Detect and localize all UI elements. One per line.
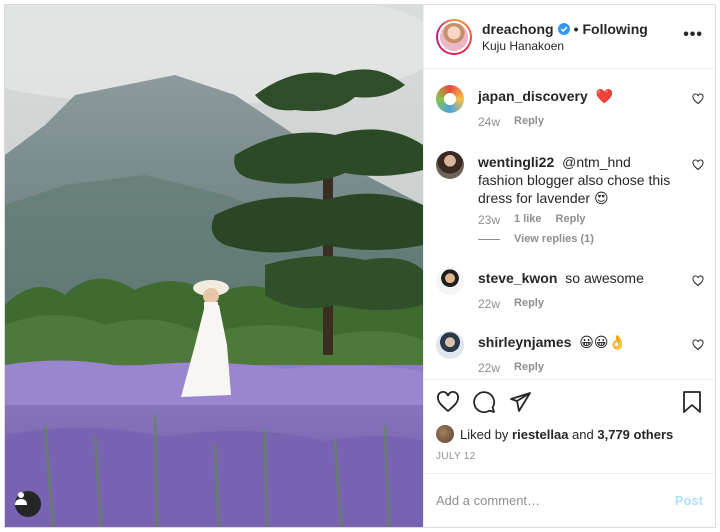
comment-meta: 22w Reply <box>478 361 544 375</box>
bookmark-icon[interactable] <box>681 390 703 414</box>
comment-time[interactable]: 22w <box>478 361 500 375</box>
view-replies-line <box>478 238 500 240</box>
commenter-avatar[interactable] <box>436 267 464 295</box>
commenter-avatar[interactable] <box>436 331 464 359</box>
comment-username[interactable]: steve_kwon <box>478 270 557 286</box>
comment-time[interactable]: 24w <box>478 115 500 129</box>
commenter-avatar[interactable] <box>436 151 464 179</box>
likes-others-count[interactable]: 3,779 others <box>597 427 673 442</box>
post-photo[interactable] <box>5 5 423 527</box>
user-tag-button[interactable] <box>15 491 41 517</box>
comment-text: 😀😀👌 <box>579 334 626 350</box>
share-icon[interactable] <box>508 390 532 414</box>
comment-username[interactable]: wentingli22 <box>478 154 554 170</box>
post-header: dreachong • Following Kuju Hanakoen ••• <box>424 5 715 69</box>
likes-summary: Liked by riestellaa and 3,779 others <box>424 423 715 445</box>
post-location[interactable]: Kuju Hanakoen <box>482 39 648 53</box>
comment-text: so awesome <box>565 270 644 286</box>
reply-button[interactable]: Reply <box>514 361 544 375</box>
reply-button[interactable]: Reply <box>514 297 544 311</box>
comment-time[interactable]: 22w <box>478 297 500 311</box>
comment-like-count[interactable]: 1 like <box>514 213 542 227</box>
comment-icon[interactable] <box>472 390 496 414</box>
following-button[interactable]: Following <box>582 21 647 37</box>
author-info: dreachong • Following Kuju Hanakoen <box>482 21 648 53</box>
separator-dot: • <box>573 20 579 37</box>
comment-meta: 22w Reply <box>478 297 544 311</box>
add-comment-bar: Post <box>424 473 715 527</box>
heart-icon[interactable] <box>692 93 704 105</box>
user-tag-icon <box>15 492 27 505</box>
comment-time[interactable]: 23w <box>478 213 500 227</box>
instagram-post: dreachong • Following Kuju Hanakoen ••• <box>4 4 716 528</box>
comment-username[interactable]: shirleynjames <box>478 334 571 350</box>
likes-prefix: Liked by <box>460 426 509 442</box>
post-side-panel: dreachong • Following Kuju Hanakoen ••• <box>423 5 715 527</box>
liker-username[interactable]: riestellaa <box>512 427 568 442</box>
reply-button[interactable]: Reply <box>556 213 586 227</box>
comment-emoji: 😍 <box>593 190 609 206</box>
comment-username[interactable]: japan_discovery <box>478 88 588 104</box>
more-options-icon[interactable]: ••• <box>683 27 703 43</box>
liker-avatar[interactable] <box>436 425 454 443</box>
view-replies-button[interactable]: View replies (1) <box>478 233 594 245</box>
commenter-avatar[interactable] <box>436 85 464 113</box>
comments-list: japan_discovery ❤️ 24w Reply wentingli22… <box>424 69 715 379</box>
verified-icon <box>557 22 570 35</box>
heart-icon[interactable] <box>692 159 704 171</box>
heart-icon[interactable] <box>692 275 704 287</box>
post-comment-button[interactable]: Post <box>675 493 703 508</box>
post-actions-bar <box>424 379 715 423</box>
view-replies-label: View replies (1) <box>514 233 594 245</box>
heart-icon[interactable] <box>436 390 460 414</box>
comment-text: ❤️ <box>595 88 614 104</box>
comment-meta: 24w Reply <box>478 115 544 129</box>
likes-and: and <box>572 426 594 442</box>
author-username[interactable]: dreachong <box>482 21 554 37</box>
author-avatar[interactable] <box>436 18 472 55</box>
post-date[interactable]: JULY 12 <box>424 445 715 473</box>
comment-meta: 23w 1 like Reply <box>478 213 586 227</box>
heart-icon[interactable] <box>692 339 704 351</box>
comment-input[interactable] <box>436 493 667 508</box>
reply-button[interactable]: Reply <box>514 115 544 129</box>
lavender-field-image <box>5 5 423 527</box>
